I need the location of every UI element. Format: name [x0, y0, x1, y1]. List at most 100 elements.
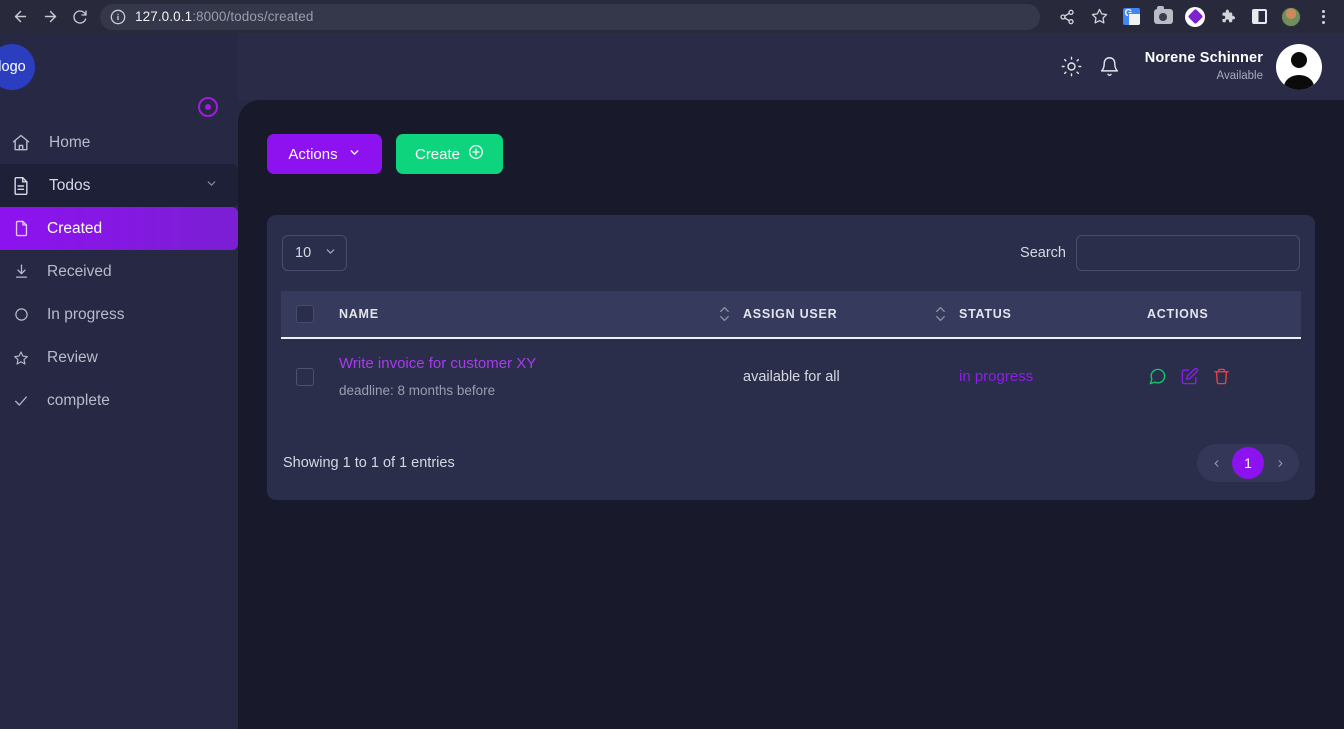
- site-info-icon[interactable]: [110, 9, 126, 25]
- sort-toggle-name-icon[interactable]: [720, 306, 729, 322]
- user-name: Norene Schinner: [1144, 49, 1263, 66]
- page-length-select[interactable]: 10: [282, 235, 347, 271]
- search-label: Search: [1020, 245, 1066, 261]
- chevron-down-icon[interactable]: [205, 177, 218, 195]
- sidebar-item-todos[interactable]: Todos: [0, 164, 238, 207]
- chrome-profile-avatar[interactable]: [1276, 3, 1306, 31]
- share-icon[interactable]: [1052, 3, 1082, 31]
- sidebar-item-label: Created: [47, 219, 103, 237]
- main-content: Actions Create 10 Search NAME ASSIGN USE…: [238, 100, 1344, 729]
- table-head: NAME ASSIGN USER STATUS ACTIONS: [281, 291, 1301, 338]
- star-bookmark-icon[interactable]: [1084, 3, 1114, 31]
- delete-icon[interactable]: [1211, 367, 1231, 387]
- column-header-assign-user[interactable]: ASSIGN USER: [743, 291, 959, 338]
- column-header-status: STATUS: [959, 291, 1147, 338]
- sort-toggle-assign-user-icon[interactable]: [936, 306, 945, 322]
- sidebar-item-in-progress[interactable]: In progress: [0, 293, 238, 336]
- sidebar-item-created[interactable]: Created: [0, 207, 238, 250]
- sidebar: logo Home Todos Created Received In prog…: [0, 33, 238, 729]
- row-status-cell: in progress: [959, 338, 1147, 414]
- star-icon: [12, 349, 30, 367]
- back-arrow-icon[interactable]: [6, 3, 34, 31]
- browser-nav-buttons: [6, 3, 94, 31]
- column-header-name[interactable]: NAME: [339, 291, 743, 338]
- extensions-puzzle-icon[interactable]: [1212, 3, 1242, 31]
- google-translate-extension-icon[interactable]: [1116, 3, 1146, 31]
- split-square-extension-icon[interactable]: [1244, 3, 1274, 31]
- select-all-header: [281, 291, 339, 338]
- table-footer: Showing 1 to 1 of 1 entries 1: [281, 444, 1301, 482]
- column-header-actions: ACTIONS: [1147, 291, 1301, 338]
- sun-icon[interactable]: [1055, 50, 1089, 84]
- user-status: Available: [1216, 70, 1263, 83]
- browser-toolbar: 127.0.0.1:8000/todos/created: [0, 0, 1344, 33]
- column-label-status: STATUS: [959, 307, 1012, 321]
- todos-table-card: 10 Search NAME ASSIGN USER STATUS ACTION…: [267, 215, 1315, 500]
- sidebar-item-home[interactable]: Home: [0, 121, 238, 164]
- screenshot-extension-icon[interactable]: [1148, 3, 1178, 31]
- circle-icon: [12, 306, 30, 324]
- plus-circle-icon: [468, 144, 484, 164]
- create-button[interactable]: Create: [396, 134, 503, 174]
- collapse-sidebar-icon[interactable]: [198, 97, 218, 117]
- page-length-value: 10: [295, 245, 312, 261]
- row-assign-user-cell: available for all: [743, 368, 840, 385]
- row-name-cell: Write invoice for customer XY deadline: …: [339, 338, 743, 414]
- user-avatar[interactable]: [1276, 43, 1322, 90]
- sidebar-item-review[interactable]: Review: [0, 336, 238, 379]
- edit-icon[interactable]: [1179, 367, 1199, 387]
- column-label-assign-user: ASSIGN USER: [743, 307, 838, 321]
- pagination-prev[interactable]: [1200, 447, 1232, 479]
- reload-icon[interactable]: [66, 3, 94, 31]
- comment-icon[interactable]: [1147, 367, 1167, 387]
- file-icon: [12, 220, 30, 238]
- check-icon: [12, 392, 30, 410]
- action-toolbar: Actions Create: [238, 100, 1344, 174]
- forward-arrow-icon[interactable]: [36, 3, 64, 31]
- task-name-link[interactable]: Write invoice for customer XY: [339, 355, 743, 372]
- browser-extension-icons: [1052, 3, 1338, 31]
- url-path: :8000/todos/created: [192, 9, 314, 24]
- chevron-down-icon: [348, 146, 361, 163]
- chevron-down-icon: [324, 245, 337, 262]
- search-area: Search: [1020, 235, 1300, 271]
- app-logo[interactable]: logo: [0, 43, 35, 90]
- row-actions-cell: [1147, 338, 1301, 414]
- row-checkbox[interactable]: [296, 367, 314, 386]
- address-bar[interactable]: 127.0.0.1:8000/todos/created: [100, 3, 1040, 30]
- search-input[interactable]: [1076, 235, 1300, 271]
- application-root: Norene Schinner Available logo Home Todo…: [0, 33, 1344, 729]
- sidebar-item-complete[interactable]: complete: [0, 379, 238, 422]
- table-row[interactable]: Write invoice for customer XY deadline: …: [281, 338, 1301, 414]
- todos-table: NAME ASSIGN USER STATUS ACTIONS Write in…: [281, 291, 1301, 414]
- user-info[interactable]: Norene Schinner Available: [1145, 50, 1263, 84]
- sidebar-item-received[interactable]: Received: [0, 250, 238, 293]
- row-select-cell: [281, 338, 339, 414]
- column-label-name: NAME: [339, 307, 379, 321]
- column-label-actions: ACTIONS: [1147, 307, 1209, 321]
- actions-button-label: Actions: [288, 145, 338, 163]
- url-host: 127.0.0.1: [135, 9, 193, 24]
- sidebar-item-label: Todos: [49, 176, 91, 194]
- chrome-menu-icon[interactable]: [1308, 3, 1338, 31]
- home-icon: [10, 132, 32, 154]
- sidebar-item-label: complete: [47, 391, 110, 409]
- select-all-checkbox[interactable]: [296, 305, 314, 323]
- actions-button[interactable]: Actions: [267, 134, 382, 174]
- sidebar-nav: Home Todos Created Received In progress …: [0, 121, 238, 422]
- url-text: 127.0.0.1:8000/todos/created: [135, 9, 313, 24]
- table-body: Write invoice for customer XY deadline: …: [281, 338, 1301, 414]
- notification-bell-icon[interactable]: [1093, 50, 1127, 84]
- status-badge: in progress: [959, 368, 1034, 385]
- pagination-page-1[interactable]: 1: [1232, 447, 1264, 479]
- sidebar-logo-row: logo: [0, 33, 238, 117]
- purple-diamond-extension-icon[interactable]: [1180, 3, 1210, 31]
- entries-summary: Showing 1 to 1 of 1 entries: [283, 455, 455, 471]
- sidebar-item-label: Review: [47, 348, 98, 366]
- pagination-next[interactable]: [1264, 447, 1296, 479]
- sidebar-item-label: Received: [47, 262, 112, 280]
- sidebar-item-label: In progress: [47, 305, 125, 323]
- create-button-label: Create: [414, 145, 461, 163]
- document-icon: [10, 175, 32, 197]
- task-deadline-text: deadline: 8 months before: [339, 383, 496, 398]
